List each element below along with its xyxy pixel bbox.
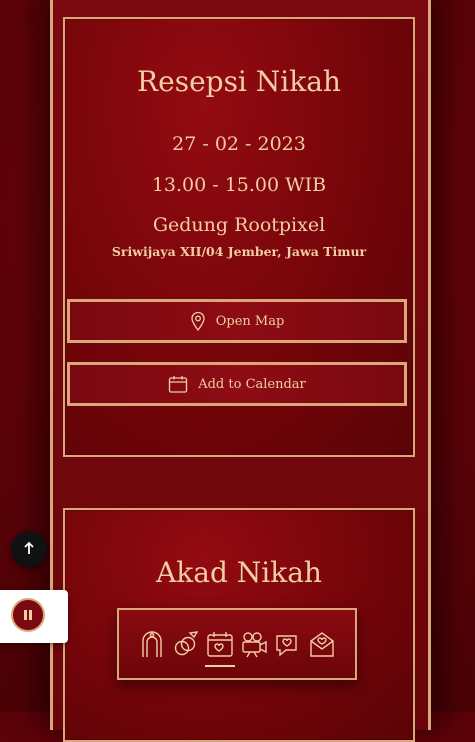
music-toggle-button[interactable] xyxy=(11,598,45,632)
reception-venue: Gedung Rootpixel xyxy=(152,214,326,236)
akad-title: Akad Nikah xyxy=(156,556,322,589)
bottom-nav xyxy=(117,608,357,680)
nav-wishes[interactable] xyxy=(275,629,301,659)
nav-gallery[interactable] xyxy=(241,629,267,659)
open-map-button[interactable]: Open Map xyxy=(67,299,407,343)
pause-icon xyxy=(23,606,33,625)
video-camera-icon xyxy=(240,629,268,663)
nav-wedding[interactable] xyxy=(173,629,199,659)
nav-gift[interactable] xyxy=(309,629,335,659)
scroll-to-top-button[interactable] xyxy=(11,531,47,567)
chat-hearts-icon xyxy=(274,629,302,663)
rings-icon xyxy=(173,629,199,663)
add-to-calendar-label: Add to Calendar xyxy=(198,376,306,392)
reception-card: Resepsi Nikah 27 - 02 - 2023 13.00 - 15.… xyxy=(63,17,415,457)
arch-icon xyxy=(140,629,164,663)
music-panel xyxy=(0,590,68,643)
open-map-label: Open Map xyxy=(215,313,285,329)
add-to-calendar-button[interactable]: Add to Calendar xyxy=(67,362,407,406)
reception-date: 27 - 02 - 2023 xyxy=(172,133,306,155)
arrow-up-icon xyxy=(23,540,35,559)
nav-couple[interactable] xyxy=(139,629,165,659)
calendar-icon xyxy=(168,375,188,393)
reception-title: Resepsi Nikah xyxy=(137,65,341,98)
envelope-heart-icon xyxy=(308,629,336,663)
map-pin-icon xyxy=(190,311,206,331)
reception-time: 13.00 - 15.00 WIB xyxy=(151,174,327,196)
reception-address: Sriwijaya XII/04 Jember, Jawa Timur xyxy=(111,244,367,259)
nav-event[interactable] xyxy=(205,629,235,667)
calendar-hearts-icon xyxy=(206,629,234,663)
